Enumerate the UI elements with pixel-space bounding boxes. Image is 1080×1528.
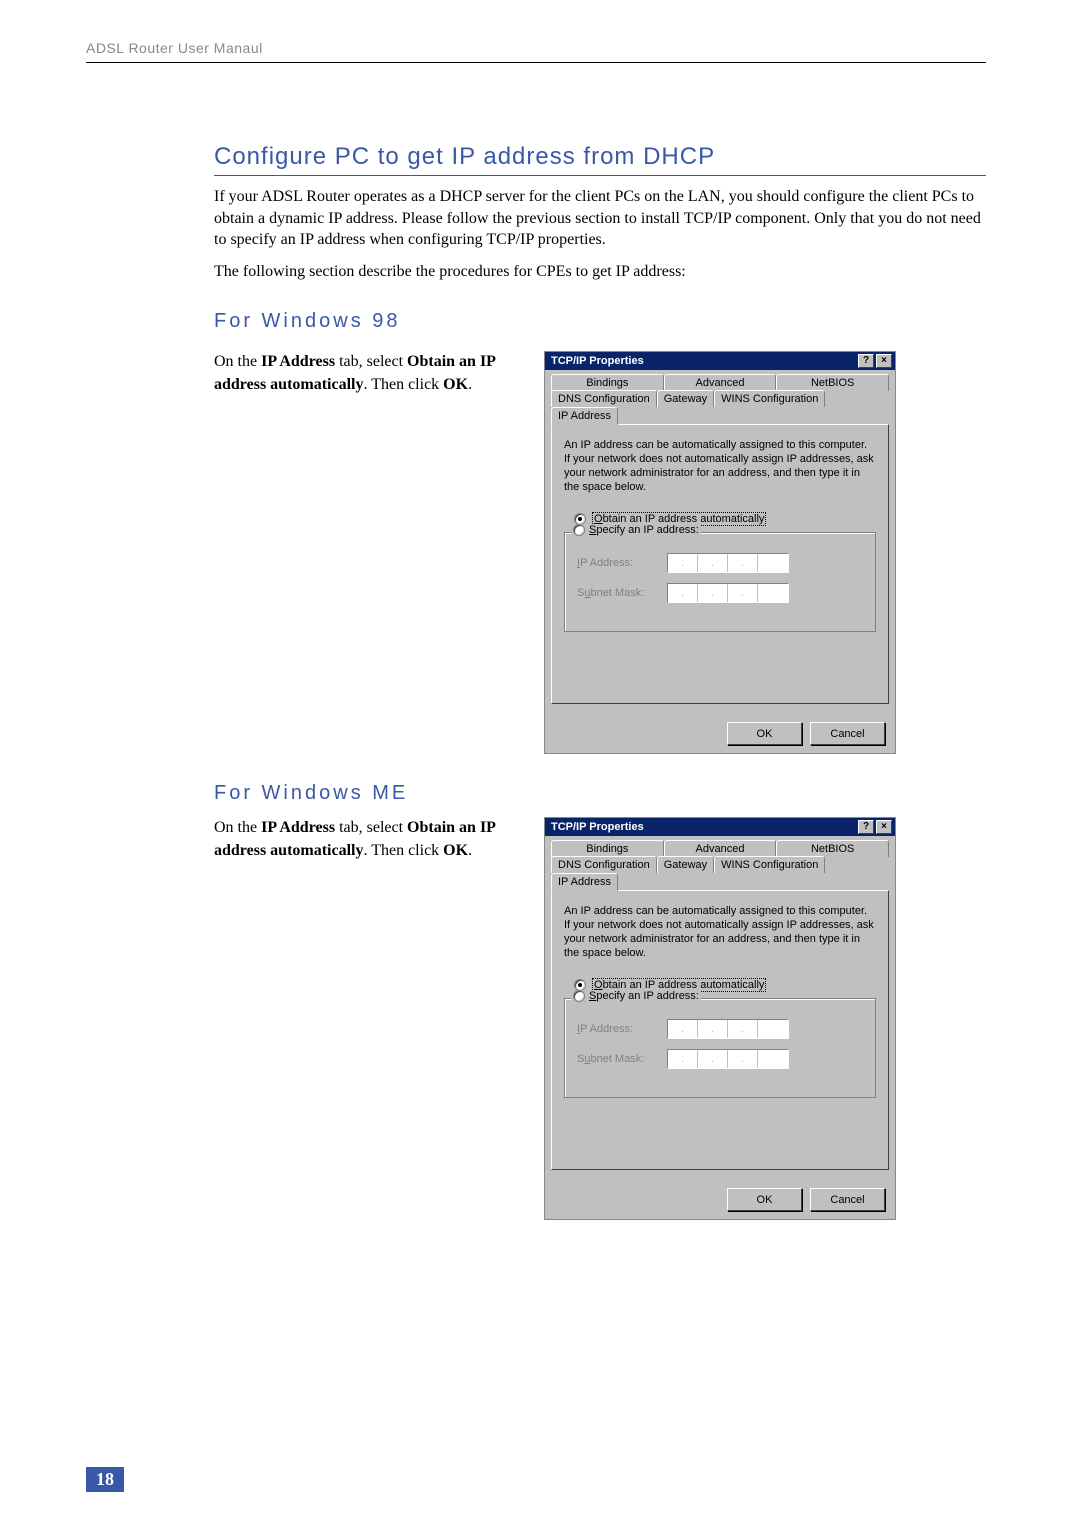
instruction-winme: On the IP Address tab, select Obtain an … xyxy=(214,817,524,862)
tab-advanced[interactable]: Advanced xyxy=(664,374,777,391)
tcp-ip-properties-dialog-win98: TCP/IP Properties ? × Bindings Advanced … xyxy=(544,351,896,754)
header-rule xyxy=(86,62,986,63)
tab-netbios[interactable]: NetBIOS xyxy=(776,374,889,391)
section-title: Configure PC to get IP address from DHCP xyxy=(214,143,986,176)
ok-button[interactable]: OK xyxy=(727,1188,802,1211)
tab-bindings[interactable]: Bindings xyxy=(551,374,664,391)
dialog-title: TCP/IP Properties xyxy=(551,355,858,367)
intro-paragraph-1: If your ADSL Router operates as a DHCP s… xyxy=(214,186,986,251)
help-icon[interactable]: ? xyxy=(858,354,874,368)
label-subnet-mask: Subnet Mask: xyxy=(577,587,667,599)
tab-wins-configuration[interactable]: WINS Configuration xyxy=(714,390,825,407)
input-ip-address[interactable]: ... xyxy=(667,553,789,573)
input-subnet-mask[interactable]: ... xyxy=(667,583,789,603)
input-subnet-mask[interactable]: ... xyxy=(667,1049,789,1069)
close-icon[interactable]: × xyxy=(876,354,892,368)
help-icon[interactable]: ? xyxy=(858,820,874,834)
running-header: ADSL Router User Manaul xyxy=(86,40,986,60)
tab-ip-address[interactable]: IP Address xyxy=(551,407,618,425)
label-ip-address: IP Address: xyxy=(577,557,667,569)
tab-gateway[interactable]: Gateway xyxy=(657,390,714,407)
heading-winme: For Windows ME xyxy=(214,782,986,805)
tab-dns-configuration[interactable]: DNS Configuration xyxy=(551,856,657,873)
label-specify-ip: Specify an IP address: xyxy=(589,990,699,1002)
label-ip-address: IP Address: xyxy=(577,1023,667,1035)
cancel-button[interactable]: Cancel xyxy=(810,722,885,745)
page-number: 18 xyxy=(86,1467,124,1492)
cancel-button[interactable]: Cancel xyxy=(810,1188,885,1211)
dialog-titlebar: TCP/IP Properties ? × xyxy=(545,352,895,370)
label-subnet-mask: Subnet Mask: xyxy=(577,1053,667,1065)
tab-netbios[interactable]: NetBIOS xyxy=(776,840,889,857)
dialog-title: TCP/IP Properties xyxy=(551,821,858,833)
close-icon[interactable]: × xyxy=(876,820,892,834)
tab-dns-configuration[interactable]: DNS Configuration xyxy=(551,390,657,407)
dialog-info-text: An IP address can be automatically assig… xyxy=(564,905,876,960)
instruction-win98: On the IP Address tab, select Obtain an … xyxy=(214,351,524,396)
radio-specify-ip[interactable] xyxy=(573,990,585,1002)
tab-gateway[interactable]: Gateway xyxy=(657,856,714,873)
tab-bindings[interactable]: Bindings xyxy=(551,840,664,857)
ok-button[interactable]: OK xyxy=(727,722,802,745)
heading-win98: For Windows 98 xyxy=(214,310,986,333)
intro-paragraph-2: The following section describe the proce… xyxy=(214,261,986,283)
label-specify-ip: Specify an IP address: xyxy=(589,524,699,536)
tab-advanced[interactable]: Advanced xyxy=(664,840,777,857)
dialog-info-text: An IP address can be automatically assig… xyxy=(564,439,876,494)
tab-ip-address[interactable]: IP Address xyxy=(551,873,618,891)
tcp-ip-properties-dialog-winme: TCP/IP Properties ? × Bindings Advanced … xyxy=(544,817,896,1220)
tab-wins-configuration[interactable]: WINS Configuration xyxy=(714,856,825,873)
input-ip-address[interactable]: ... xyxy=(667,1019,789,1039)
dialog-titlebar: TCP/IP Properties ? × xyxy=(545,818,895,836)
radio-specify-ip[interactable] xyxy=(573,524,585,536)
